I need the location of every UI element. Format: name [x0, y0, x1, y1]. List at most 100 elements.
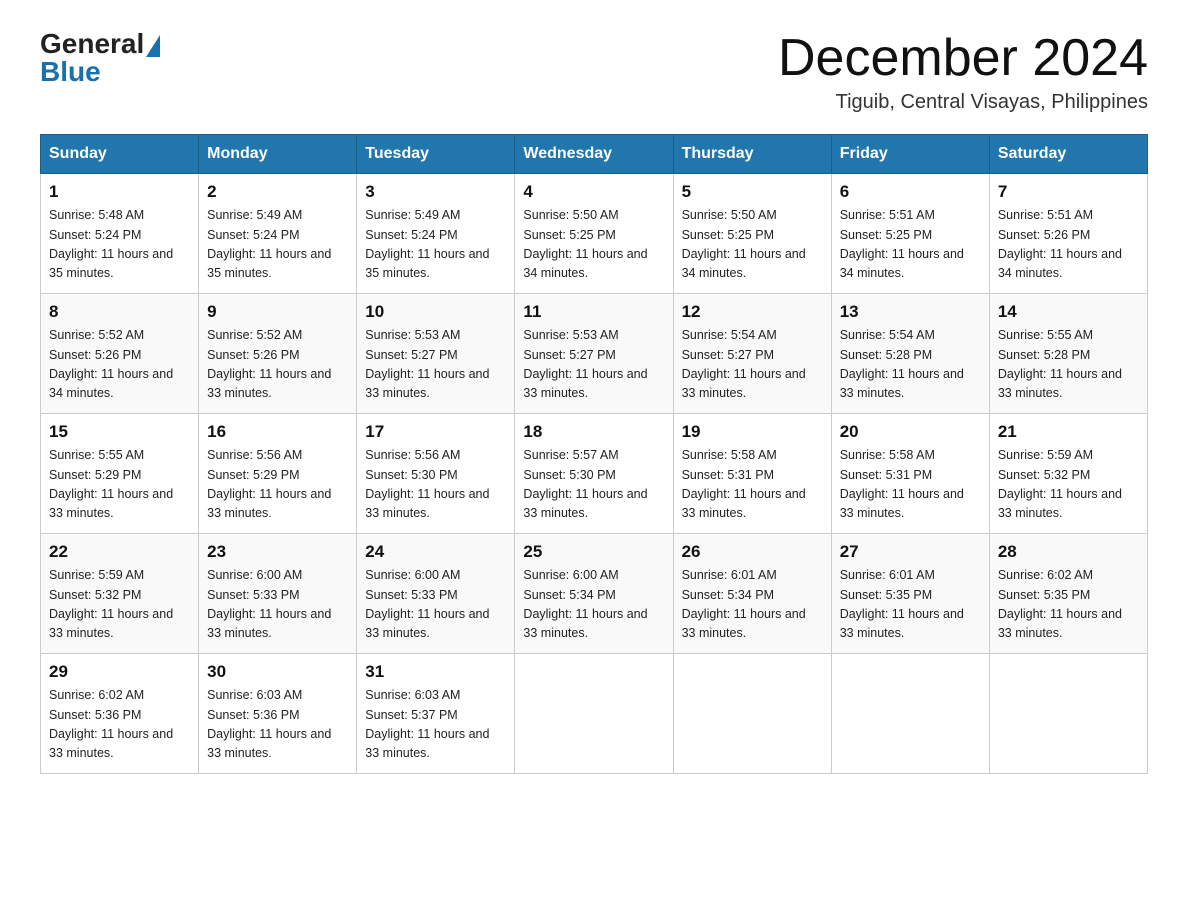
- calendar-cell: 12 Sunrise: 5:54 AMSunset: 5:27 PMDaylig…: [673, 294, 831, 414]
- day-info: Sunrise: 5:51 AMSunset: 5:26 PMDaylight:…: [998, 208, 1122, 280]
- day-number: 21: [998, 422, 1139, 442]
- day-info: Sunrise: 5:52 AMSunset: 5:26 PMDaylight:…: [49, 328, 173, 400]
- calendar-cell: 8 Sunrise: 5:52 AMSunset: 5:26 PMDayligh…: [41, 294, 199, 414]
- calendar-cell: 18 Sunrise: 5:57 AMSunset: 5:30 PMDaylig…: [515, 414, 673, 534]
- day-number: 26: [682, 542, 823, 562]
- day-info: Sunrise: 5:58 AMSunset: 5:31 PMDaylight:…: [840, 448, 964, 520]
- day-number: 20: [840, 422, 981, 442]
- calendar-cell: 14 Sunrise: 5:55 AMSunset: 5:28 PMDaylig…: [989, 294, 1147, 414]
- day-number: 29: [49, 662, 190, 682]
- calendar-cell: 27 Sunrise: 6:01 AMSunset: 5:35 PMDaylig…: [831, 534, 989, 654]
- day-info: Sunrise: 6:01 AMSunset: 5:34 PMDaylight:…: [682, 568, 806, 640]
- day-info: Sunrise: 5:59 AMSunset: 5:32 PMDaylight:…: [49, 568, 173, 640]
- logo-triangle-icon: [146, 35, 160, 57]
- day-info: Sunrise: 6:02 AMSunset: 5:35 PMDaylight:…: [998, 568, 1122, 640]
- day-number: 12: [682, 302, 823, 322]
- day-number: 24: [365, 542, 506, 562]
- day-info: Sunrise: 6:03 AMSunset: 5:37 PMDaylight:…: [365, 688, 489, 760]
- col-header-sunday: Sunday: [41, 135, 199, 174]
- calendar-cell: 22 Sunrise: 5:59 AMSunset: 5:32 PMDaylig…: [41, 534, 199, 654]
- day-number: 11: [523, 302, 664, 322]
- day-info: Sunrise: 5:56 AMSunset: 5:30 PMDaylight:…: [365, 448, 489, 520]
- day-info: Sunrise: 5:58 AMSunset: 5:31 PMDaylight:…: [682, 448, 806, 520]
- day-number: 16: [207, 422, 348, 442]
- calendar-cell: 30 Sunrise: 6:03 AMSunset: 5:36 PMDaylig…: [199, 654, 357, 774]
- calendar-cell: 11 Sunrise: 5:53 AMSunset: 5:27 PMDaylig…: [515, 294, 673, 414]
- col-header-tuesday: Tuesday: [357, 135, 515, 174]
- day-number: 22: [49, 542, 190, 562]
- calendar-cell: 17 Sunrise: 5:56 AMSunset: 5:30 PMDaylig…: [357, 414, 515, 534]
- day-info: Sunrise: 5:55 AMSunset: 5:28 PMDaylight:…: [998, 328, 1122, 400]
- day-info: Sunrise: 5:55 AMSunset: 5:29 PMDaylight:…: [49, 448, 173, 520]
- calendar-cell: 15 Sunrise: 5:55 AMSunset: 5:29 PMDaylig…: [41, 414, 199, 534]
- calendar-cell: 29 Sunrise: 6:02 AMSunset: 5:36 PMDaylig…: [41, 654, 199, 774]
- calendar-cell: 2 Sunrise: 5:49 AMSunset: 5:24 PMDayligh…: [199, 174, 357, 294]
- day-info: Sunrise: 5:53 AMSunset: 5:27 PMDaylight:…: [523, 328, 647, 400]
- day-number: 9: [207, 302, 348, 322]
- day-number: 27: [840, 542, 981, 562]
- day-number: 13: [840, 302, 981, 322]
- col-header-friday: Friday: [831, 135, 989, 174]
- calendar-week-row: 1 Sunrise: 5:48 AMSunset: 5:24 PMDayligh…: [41, 174, 1148, 294]
- calendar-cell: 31 Sunrise: 6:03 AMSunset: 5:37 PMDaylig…: [357, 654, 515, 774]
- col-header-thursday: Thursday: [673, 135, 831, 174]
- calendar-cell: 24 Sunrise: 6:00 AMSunset: 5:33 PMDaylig…: [357, 534, 515, 654]
- calendar-cell: [989, 654, 1147, 774]
- day-number: 14: [998, 302, 1139, 322]
- day-info: Sunrise: 6:00 AMSunset: 5:34 PMDaylight:…: [523, 568, 647, 640]
- logo-general-text: General: [40, 30, 144, 58]
- day-info: Sunrise: 5:50 AMSunset: 5:25 PMDaylight:…: [523, 208, 647, 280]
- logo: General Blue: [40, 30, 160, 86]
- day-info: Sunrise: 5:53 AMSunset: 5:27 PMDaylight:…: [365, 328, 489, 400]
- calendar-week-row: 8 Sunrise: 5:52 AMSunset: 5:26 PMDayligh…: [41, 294, 1148, 414]
- calendar-cell: 4 Sunrise: 5:50 AMSunset: 5:25 PMDayligh…: [515, 174, 673, 294]
- day-number: 25: [523, 542, 664, 562]
- day-info: Sunrise: 5:54 AMSunset: 5:28 PMDaylight:…: [840, 328, 964, 400]
- location-subtitle: Tiguib, Central Visayas, Philippines: [778, 91, 1148, 114]
- calendar-cell: 19 Sunrise: 5:58 AMSunset: 5:31 PMDaylig…: [673, 414, 831, 534]
- day-number: 10: [365, 302, 506, 322]
- title-area: December 2024 Tiguib, Central Visayas, P…: [778, 30, 1148, 114]
- day-number: 31: [365, 662, 506, 682]
- day-number: 30: [207, 662, 348, 682]
- day-number: 28: [998, 542, 1139, 562]
- page-header: General Blue December 2024 Tiguib, Centr…: [40, 30, 1148, 114]
- day-info: Sunrise: 5:51 AMSunset: 5:25 PMDaylight:…: [840, 208, 964, 280]
- col-header-monday: Monday: [199, 135, 357, 174]
- day-info: Sunrise: 6:03 AMSunset: 5:36 PMDaylight:…: [207, 688, 331, 760]
- day-info: Sunrise: 6:00 AMSunset: 5:33 PMDaylight:…: [207, 568, 331, 640]
- calendar-week-row: 29 Sunrise: 6:02 AMSunset: 5:36 PMDaylig…: [41, 654, 1148, 774]
- day-info: Sunrise: 5:52 AMSunset: 5:26 PMDaylight:…: [207, 328, 331, 400]
- calendar-cell: 23 Sunrise: 6:00 AMSunset: 5:33 PMDaylig…: [199, 534, 357, 654]
- month-title: December 2024: [778, 30, 1148, 87]
- day-number: 7: [998, 182, 1139, 202]
- calendar-cell: [673, 654, 831, 774]
- day-number: 1: [49, 182, 190, 202]
- col-header-saturday: Saturday: [989, 135, 1147, 174]
- calendar-week-row: 22 Sunrise: 5:59 AMSunset: 5:32 PMDaylig…: [41, 534, 1148, 654]
- day-info: Sunrise: 6:01 AMSunset: 5:35 PMDaylight:…: [840, 568, 964, 640]
- calendar-week-row: 15 Sunrise: 5:55 AMSunset: 5:29 PMDaylig…: [41, 414, 1148, 534]
- day-number: 4: [523, 182, 664, 202]
- day-number: 6: [840, 182, 981, 202]
- day-info: Sunrise: 5:57 AMSunset: 5:30 PMDaylight:…: [523, 448, 647, 520]
- calendar-cell: 10 Sunrise: 5:53 AMSunset: 5:27 PMDaylig…: [357, 294, 515, 414]
- day-number: 2: [207, 182, 348, 202]
- calendar-cell: 16 Sunrise: 5:56 AMSunset: 5:29 PMDaylig…: [199, 414, 357, 534]
- calendar-cell: 13 Sunrise: 5:54 AMSunset: 5:28 PMDaylig…: [831, 294, 989, 414]
- calendar-table: SundayMondayTuesdayWednesdayThursdayFrid…: [40, 134, 1148, 774]
- col-header-wednesday: Wednesday: [515, 135, 673, 174]
- day-info: Sunrise: 5:48 AMSunset: 5:24 PMDaylight:…: [49, 208, 173, 280]
- calendar-cell: 6 Sunrise: 5:51 AMSunset: 5:25 PMDayligh…: [831, 174, 989, 294]
- calendar-cell: 1 Sunrise: 5:48 AMSunset: 5:24 PMDayligh…: [41, 174, 199, 294]
- calendar-cell: 7 Sunrise: 5:51 AMSunset: 5:26 PMDayligh…: [989, 174, 1147, 294]
- day-number: 3: [365, 182, 506, 202]
- day-info: Sunrise: 5:59 AMSunset: 5:32 PMDaylight:…: [998, 448, 1122, 520]
- calendar-cell: 9 Sunrise: 5:52 AMSunset: 5:26 PMDayligh…: [199, 294, 357, 414]
- day-number: 23: [207, 542, 348, 562]
- calendar-cell: 28 Sunrise: 6:02 AMSunset: 5:35 PMDaylig…: [989, 534, 1147, 654]
- day-info: Sunrise: 5:50 AMSunset: 5:25 PMDaylight:…: [682, 208, 806, 280]
- day-number: 17: [365, 422, 506, 442]
- day-info: Sunrise: 5:49 AMSunset: 5:24 PMDaylight:…: [207, 208, 331, 280]
- logo-blue-text: Blue: [40, 58, 101, 86]
